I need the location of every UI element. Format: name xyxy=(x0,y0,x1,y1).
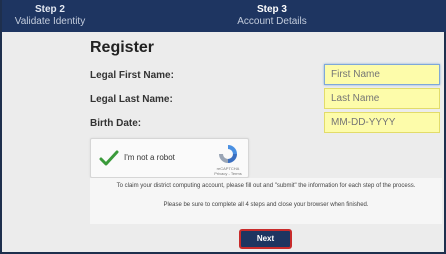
instructions-line-2: Please be sure to complete all 4 steps a… xyxy=(163,202,369,208)
page-frame: Step 2 Validate Identity Step 3 Account … xyxy=(0,0,446,254)
birth-date-label: Birth Date: xyxy=(90,118,142,129)
page-title: Register xyxy=(90,39,155,56)
recaptcha-brand: reCAPTCHA Privacy - Terms xyxy=(208,166,248,176)
recaptcha-links[interactable]: Privacy - Terms xyxy=(208,171,248,176)
recaptcha-label: I'm not a robot xyxy=(124,153,175,162)
instructions-box: To claim your district computing account… xyxy=(90,178,442,224)
instructions-line-1: To claim your district computing account… xyxy=(116,183,416,189)
next-button[interactable]: Next xyxy=(239,229,292,249)
step-2-name: Validate Identity xyxy=(14,16,86,27)
first-name-label: Legal First Name: xyxy=(90,70,174,81)
step-2-number: Step 2 xyxy=(34,4,65,15)
step-header: Step 2 Validate Identity Step 3 Account … xyxy=(2,0,446,32)
first-name-field[interactable] xyxy=(324,64,440,85)
step-3-name: Account Details xyxy=(237,16,307,27)
birth-date-field[interactable] xyxy=(324,112,440,133)
last-name-field[interactable] xyxy=(324,88,440,109)
last-name-label: Legal Last Name: xyxy=(90,94,173,105)
step-3-number: Step 3 xyxy=(256,4,287,15)
step-2[interactable]: Step 2 Validate Identity xyxy=(2,4,98,28)
recaptcha-widget: I'm not a robot reCAPTCHA Privacy - Term… xyxy=(90,138,249,178)
checkmark-icon[interactable] xyxy=(99,149,119,172)
step-3[interactable]: Step 3 Account Details xyxy=(202,4,342,28)
